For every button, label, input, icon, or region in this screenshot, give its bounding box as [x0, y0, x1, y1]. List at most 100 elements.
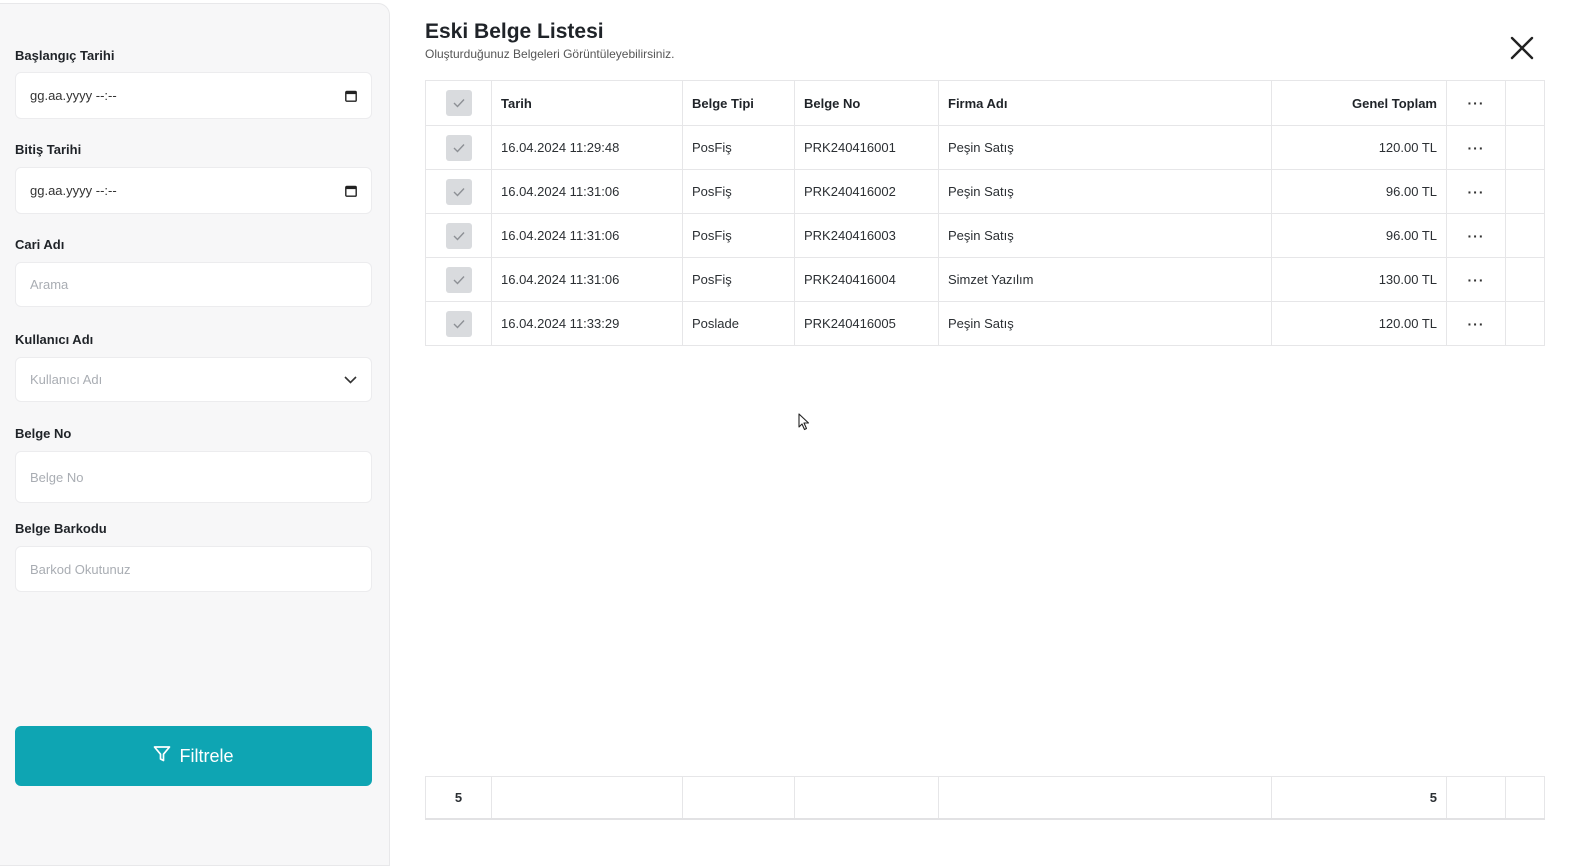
row-spacer: [1505, 214, 1545, 257]
cell-no: PRK240416003: [794, 214, 938, 257]
table-row[interactable]: 16.04.2024 11:31:06 PosFiş PRK240416002 …: [425, 170, 1545, 214]
cell-total: 96.00 TL: [1271, 170, 1446, 213]
footer-count: 5: [425, 777, 491, 818]
row-checkbox-cell: [425, 126, 491, 169]
cell-firm: Peşin Satış: [938, 214, 1271, 257]
user-name-select[interactable]: Kullanıcı Adı: [15, 357, 372, 402]
row-spacer: [1505, 170, 1545, 213]
check-icon: [453, 99, 465, 108]
document-no-placeholder: Belge No: [30, 469, 84, 485]
cell-no: PRK240416005: [794, 302, 938, 345]
end-date-label: Bitiş Tarihi: [15, 142, 82, 157]
cell-firm: Peşin Satış: [938, 170, 1271, 213]
footer-empty-cell: [938, 777, 1271, 818]
cell-date: 16.04.2024 11:31:06: [491, 170, 682, 213]
filter-button-label: Filtrele: [179, 745, 234, 766]
cell-firm: Peşin Satış: [938, 126, 1271, 169]
column-header-type[interactable]: Belge Tipi: [682, 81, 794, 125]
row-actions-cell: ···: [1446, 258, 1505, 301]
check-icon: [453, 319, 465, 329]
cell-no: PRK240416004: [794, 258, 938, 301]
select-all-checkbox[interactable]: [445, 90, 472, 116]
row-checkbox[interactable]: [445, 310, 472, 337]
close-button[interactable]: [1506, 34, 1538, 66]
row-actions-cell: ···: [1446, 214, 1505, 257]
cell-type: PosFiş: [682, 126, 794, 169]
select-all-cell: [425, 81, 491, 125]
document-barcode-placeholder: Barkod Okutunuz: [30, 561, 131, 577]
row-checkbox[interactable]: [445, 266, 472, 293]
table-footer: 5 5: [425, 776, 1545, 820]
cell-total: 120.00 TL: [1271, 302, 1446, 345]
footer-empty-cell: [682, 777, 794, 818]
row-spacer: [1505, 126, 1545, 169]
column-header-date[interactable]: Tarih: [491, 81, 682, 125]
account-name-input[interactable]: Arama: [15, 262, 372, 307]
filter-button[interactable]: Filtrele: [15, 726, 372, 786]
column-header-total[interactable]: Genel Toplam: [1271, 81, 1446, 125]
check-icon: [453, 231, 465, 241]
cell-date: 16.04.2024 11:31:06: [491, 258, 682, 301]
end-date-value: gg.aa.yyyy --:--: [30, 183, 117, 198]
document-no-label: Belge No: [15, 426, 72, 441]
row-checkbox[interactable]: [445, 178, 472, 205]
chevron-down-icon[interactable]: [344, 375, 357, 384]
document-barcode-input[interactable]: Barkod Okutunuz: [15, 546, 372, 592]
cell-firm: Peşin Satış: [938, 302, 1271, 345]
row-actions-cell: ···: [1446, 126, 1505, 169]
more-icon: ···: [1467, 95, 1485, 111]
filter-icon: [153, 745, 171, 768]
cell-type: PosFiş: [682, 258, 794, 301]
row-checkbox-cell: [425, 302, 491, 345]
more-icon[interactable]: ···: [1468, 317, 1485, 331]
table-row[interactable]: 16.04.2024 11:33:29 Poslade PRK240416005…: [425, 302, 1545, 346]
table-row[interactable]: 16.04.2024 11:31:06 PosFiş PRK240416004 …: [425, 258, 1545, 302]
page-title: Eski Belge Listesi: [425, 20, 604, 43]
table-row[interactable]: 16.04.2024 11:31:06 PosFiş PRK240416003 …: [425, 214, 1545, 258]
account-name-label: Cari Adı: [15, 237, 65, 252]
check-icon: [453, 275, 465, 285]
column-header-firm[interactable]: Firma Adı: [938, 81, 1271, 125]
table-row[interactable]: 16.04.2024 11:29:48 PosFiş PRK240416001 …: [425, 126, 1545, 170]
column-header-spacer: [1505, 81, 1545, 125]
document-barcode-label: Belge Barkodu: [15, 521, 107, 536]
more-icon[interactable]: ···: [1468, 229, 1485, 243]
column-header-no[interactable]: Belge No: [794, 81, 938, 125]
row-actions-cell: ···: [1446, 170, 1505, 213]
column-header-actions[interactable]: ···: [1446, 81, 1505, 125]
more-icon[interactable]: ···: [1468, 273, 1485, 287]
user-name-label: Kullanıcı Adı: [15, 332, 94, 347]
check-icon: [453, 187, 465, 197]
cell-date: 16.04.2024 11:33:29: [491, 302, 682, 345]
footer-empty-cell: [1505, 777, 1545, 818]
more-icon[interactable]: ···: [1468, 185, 1485, 199]
table-header-row: Tarih Belge Tipi Belge No Firma Adı Gene…: [425, 81, 1545, 126]
footer-empty-cell: [794, 777, 938, 818]
start-date-label: Başlangıç Tarihi: [15, 48, 115, 63]
row-checkbox-cell: [425, 214, 491, 257]
calendar-icon[interactable]: [345, 185, 357, 197]
row-checkbox-cell: [425, 258, 491, 301]
mouse-cursor-icon: [798, 413, 810, 436]
user-name-placeholder: Kullanıcı Adı: [30, 372, 103, 387]
cell-total: 120.00 TL: [1271, 126, 1446, 169]
cell-no: PRK240416002: [794, 170, 938, 213]
cell-no: PRK240416001: [794, 126, 938, 169]
footer-total-count: 5: [1271, 777, 1446, 818]
end-date-input[interactable]: gg.aa.yyyy --:--: [15, 167, 372, 214]
cell-date: 16.04.2024 11:29:48: [491, 126, 682, 169]
footer-empty-cell: [1446, 777, 1505, 818]
start-date-input[interactable]: gg.aa.yyyy --:--: [15, 72, 372, 119]
row-checkbox-cell: [425, 170, 491, 213]
documents-table: Tarih Belge Tipi Belge No Firma Adı Gene…: [425, 80, 1545, 346]
cell-type: Poslade: [682, 302, 794, 345]
calendar-icon[interactable]: [345, 90, 357, 102]
row-checkbox[interactable]: [445, 222, 472, 249]
page-subtitle: Oluşturduğunuz Belgeleri Görüntüleyebili…: [425, 47, 675, 61]
row-spacer: [1505, 302, 1545, 345]
document-no-input[interactable]: Belge No: [15, 451, 372, 503]
more-icon[interactable]: ···: [1468, 141, 1485, 155]
row-checkbox[interactable]: [445, 134, 472, 161]
cell-total: 96.00 TL: [1271, 214, 1446, 257]
account-name-placeholder: Arama: [30, 277, 69, 292]
